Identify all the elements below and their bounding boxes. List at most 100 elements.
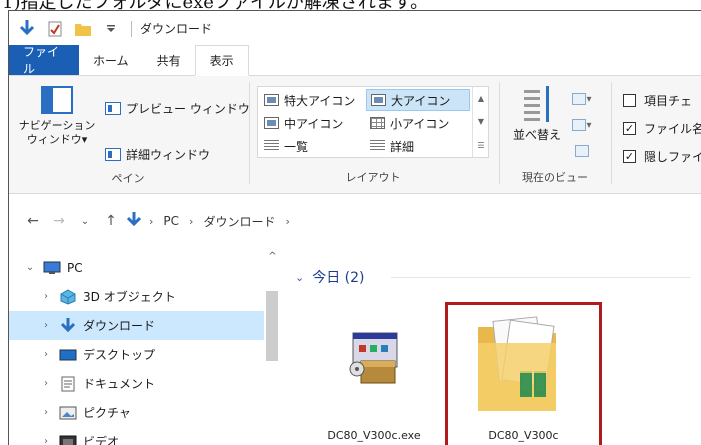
layout-item-label: 大アイコン (391, 93, 451, 108)
file-explorer-window: ダウンロード ファイル ホーム 共有 表示 ナビゲーション ウィンドウ▾ プレビ… (8, 10, 701, 445)
group-divider (391, 277, 691, 278)
current-view-group-label: 現在のビュー (522, 171, 588, 184)
more-layouts-icon[interactable]: ☰ (477, 141, 484, 150)
expand-chevron-icon[interactable]: › (39, 320, 53, 331)
breadcrumb-chevron-icon[interactable]: › (285, 215, 289, 228)
medium-icons-icon (264, 117, 279, 129)
pc-icon (43, 260, 61, 276)
navigation-pane: ⌄ PC › 3D オブジェクト › ダウンロード › デスクトップ › ドキュ… (9, 249, 279, 445)
group-header-label: 今日 (2) (312, 270, 365, 286)
recent-locations-icon[interactable]: ⌄ (75, 216, 95, 227)
size-columns-icon[interactable] (569, 142, 595, 160)
sort-icon (522, 86, 552, 122)
file-extensions-option[interactable]: ✓ ファイル名 (623, 120, 701, 137)
scroll-thumb[interactable] (266, 291, 278, 361)
folder-icon (476, 313, 558, 416)
breadcrumb-pc[interactable]: PC (163, 214, 179, 228)
nav-item-videos[interactable]: › ビデオ (9, 427, 264, 445)
group-by-icon[interactable]: ▾ (569, 90, 595, 108)
expand-chevron-icon[interactable]: › (39, 407, 53, 418)
tab-file[interactable]: ファイル (9, 45, 79, 76)
breadcrumb-chevron-icon[interactable]: › (149, 215, 153, 228)
sort-by-button[interactable]: 並べ替え (509, 86, 565, 143)
up-arrow-icon[interactable]: ↑ (101, 213, 121, 229)
3d-objects-icon (59, 288, 77, 305)
hidden-items-checkbox[interactable]: ✓ (623, 150, 636, 163)
layout-item-label: 特大アイコン (284, 93, 356, 108)
layout-medium-icons[interactable]: 中アイコン (260, 112, 364, 134)
layout-large-icons[interactable]: 大アイコン (366, 89, 470, 111)
item-checkboxes-option[interactable]: 項目チェ (623, 92, 692, 109)
file-item-exe[interactable]: DC80_V300c.exe (315, 307, 433, 445)
file-extensions-checkbox[interactable]: ✓ (623, 122, 636, 135)
forward-arrow-icon[interactable]: → (49, 213, 69, 229)
instruction-caption: 1)指定したフォルダにexeファイルが解凍されます。 (0, 0, 701, 10)
breadcrumb-downloads[interactable]: ダウンロード (203, 213, 275, 230)
small-icons-icon (370, 117, 385, 129)
ribbon-separator (611, 82, 612, 184)
navigation-pane-label: ナビゲーション ウィンドウ▾ (18, 119, 96, 146)
customize-quick-access-icon[interactable] (101, 19, 121, 39)
pictures-icon (59, 405, 77, 421)
nav-pane-scrollbar[interactable]: ^ (264, 249, 281, 445)
collapse-chevron-icon[interactable]: ⌄ (295, 271, 304, 284)
folder-name: DC80_V300c (488, 429, 559, 442)
nav-item-documents[interactable]: › ドキュメント (9, 369, 264, 398)
download-icon (59, 317, 77, 334)
collapse-chevron-icon[interactable]: ⌄ (23, 262, 37, 273)
address-bar: ← → ⌄ ↑ › PC › ダウンロード › (9, 203, 701, 239)
nav-item-label: ドキュメント (83, 377, 156, 391)
chevron-up-icon[interactable]: ^ (264, 251, 281, 267)
expand-chevron-icon[interactable]: › (39, 378, 53, 389)
list-icon (264, 140, 279, 152)
hidden-items-option[interactable]: ✓ 隠しファイ (623, 148, 701, 165)
extra-large-icons-icon (264, 94, 279, 106)
details-pane-button[interactable]: 詳細ウィンドウ (105, 144, 210, 164)
file-name: DC80_V300c.exe (327, 429, 421, 442)
back-arrow-icon[interactable]: ← (23, 213, 43, 229)
window-title: ダウンロード (140, 22, 213, 36)
breadcrumb-chevron-icon[interactable]: › (189, 215, 193, 228)
new-folder-icon[interactable] (73, 19, 93, 39)
tab-home[interactable]: ホーム (79, 45, 143, 75)
details-pane-icon (105, 147, 121, 161)
nav-item-desktop[interactable]: › デスクトップ (9, 340, 264, 369)
ribbon-separator (249, 82, 250, 184)
preview-pane-label: プレビュー ウィンドウ (126, 101, 250, 116)
layout-list[interactable]: 一覧 (260, 135, 364, 157)
chevron-up-icon[interactable]: ▲ (478, 94, 484, 103)
layout-details[interactable]: 詳細 (366, 135, 470, 157)
group-header-today[interactable]: ⌄ 今日 (2) (295, 267, 365, 287)
explorer-arrow-icon[interactable] (17, 19, 37, 39)
chevron-down-icon[interactable]: ▼ (478, 117, 484, 126)
videos-icon (59, 434, 77, 445)
tab-view[interactable]: 表示 (194, 45, 249, 76)
nav-item-3d-objects[interactable]: › 3D オブジェクト (9, 282, 264, 311)
expand-chevron-icon[interactable]: › (39, 349, 53, 360)
navigation-pane-button[interactable]: ナビゲーション ウィンドウ▾ (17, 86, 97, 147)
layout-small-icons[interactable]: 小アイコン (366, 112, 470, 134)
expand-chevron-icon[interactable]: › (39, 291, 53, 302)
details-pane-label: 詳細ウィンドウ (126, 147, 211, 162)
nav-item-pictures[interactable]: › ピクチャ (9, 398, 264, 427)
properties-icon[interactable] (45, 19, 65, 39)
details-icon (370, 140, 385, 152)
preview-pane-button[interactable]: プレビュー ウィンドウ (105, 98, 250, 118)
preview-pane-icon (105, 101, 121, 115)
layout-item-label: 中アイコン (284, 116, 344, 131)
add-columns-icon[interactable]: ▾ (569, 116, 595, 134)
layout-gallery-scroll[interactable]: ▲ ▼ ☰ (472, 87, 489, 157)
nav-item-downloads[interactable]: › ダウンロード (9, 311, 264, 340)
file-item-folder[interactable]: DC80_V300c (445, 302, 602, 445)
tab-share[interactable]: 共有 (143, 45, 195, 75)
expand-chevron-icon[interactable]: › (39, 436, 53, 445)
large-icons-icon (371, 94, 386, 106)
item-checkboxes-checkbox[interactable] (623, 94, 636, 107)
layout-extra-large-icons[interactable]: 特大アイコン (260, 89, 364, 111)
desktop-icon (59, 347, 77, 363)
item-checkboxes-label: 項目チェ (644, 94, 693, 108)
nav-item-label: ビデオ (83, 435, 120, 445)
nav-item-pc[interactable]: ⌄ PC (9, 253, 264, 282)
pane-group-label: ペイン (111, 172, 145, 185)
installer-exe-icon (345, 329, 403, 392)
